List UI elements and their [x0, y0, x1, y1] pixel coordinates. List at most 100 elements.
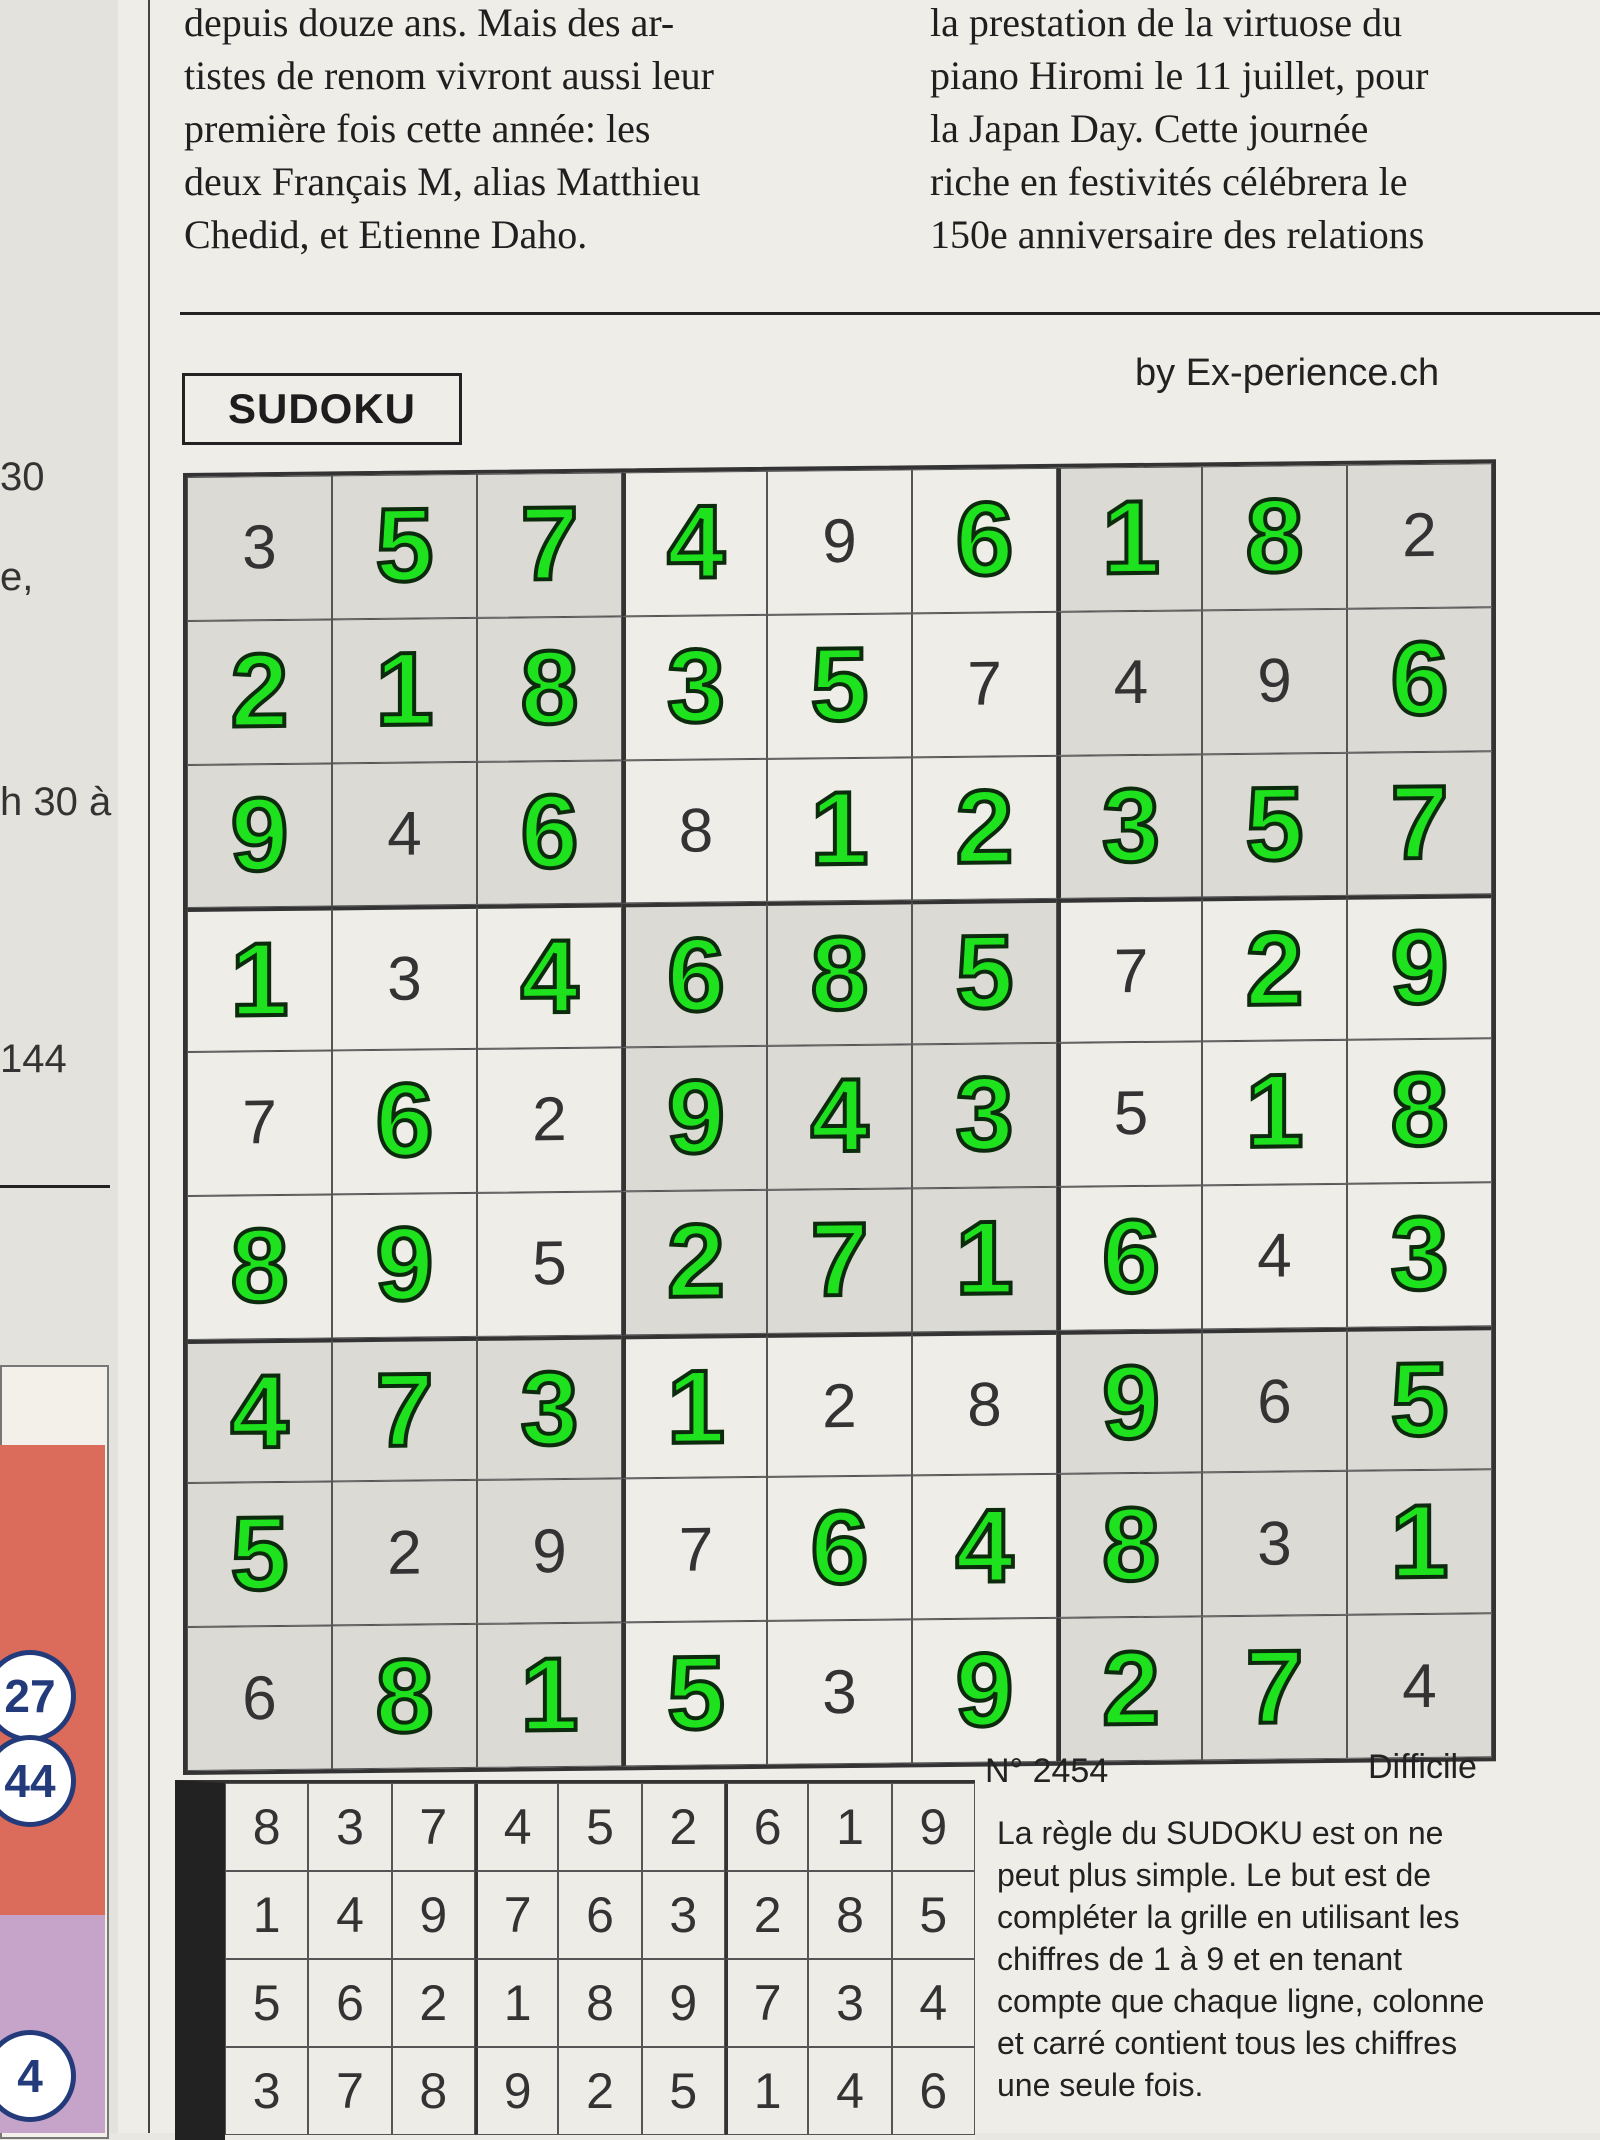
- sudoku-cell-solved: 1: [912, 1186, 1057, 1333]
- fragment-text: e,: [0, 555, 34, 599]
- solution-cell: 5: [891, 1871, 975, 1959]
- article-line: Chedid, et Etienne Daho.: [184, 212, 588, 257]
- solution-cell: 2: [725, 1871, 809, 1959]
- sudoku-cell-solved: 3: [912, 1042, 1057, 1189]
- sudoku-cell-solved: 4: [622, 470, 767, 617]
- sudoku-cell-solved: 7: [767, 1188, 912, 1334]
- article-line: première fois cette année: les: [184, 106, 651, 151]
- sudoku-cell-given: 7: [622, 1477, 767, 1623]
- solution-cell: 3: [225, 2047, 309, 2135]
- sudoku-cell-solved: 5: [332, 473, 477, 620]
- sudoku-cell-given: 6: [1202, 1327, 1347, 1473]
- sudoku-cell-solved: 2: [912, 755, 1057, 901]
- article-line: la Japan Day. Cette journée: [930, 106, 1369, 151]
- solution-cell: 6: [891, 2047, 975, 2135]
- sudoku-cell-solved: 6: [912, 467, 1057, 614]
- solution-cell: 4: [475, 1783, 559, 1871]
- article-column-1: depuis douze ans. Mais des ar- tistes de…: [184, 0, 870, 261]
- difficulty-label: Difficile: [1368, 1748, 1477, 1786]
- sudoku-cell-solved: 3: [1057, 753, 1202, 900]
- sudoku-cell-solved: 7: [1347, 750, 1492, 897]
- sudoku-cell-solved: 6: [477, 759, 622, 906]
- sudoku-cell-given: 2: [1347, 463, 1492, 609]
- solution-cell: 4: [808, 2047, 892, 2135]
- sudoku-cell-solved: 8: [477, 616, 622, 762]
- sudoku-cell-solved: 5: [1347, 1325, 1492, 1472]
- solution-cell: 1: [225, 1871, 309, 1959]
- solution-cell: 5: [641, 2047, 725, 2135]
- sudoku-cell-given: 3: [332, 905, 477, 1051]
- fragment-text: 144: [0, 1037, 67, 1081]
- sudoku-cell-solved: 9: [187, 762, 332, 909]
- solution-cell: 7: [391, 1783, 475, 1871]
- sudoku-cell-solved: 4: [767, 1044, 912, 1190]
- solution-cell: 9: [391, 1871, 475, 1959]
- sudoku-cell-solved: 2: [1202, 896, 1347, 1042]
- solution-cell: 6: [558, 1871, 642, 1959]
- sudoku-cell-given: 6: [187, 1625, 332, 1771]
- solution-cell: 8: [225, 1783, 309, 1871]
- sudoku-cell-solved: 8: [1202, 464, 1347, 611]
- sudoku-cell-solved: 9: [332, 1192, 477, 1339]
- sudoku-title: SUDOKU: [182, 373, 462, 445]
- sudoku-cell-solved: 5: [767, 613, 912, 759]
- sudoku-cell-solved: 5: [912, 899, 1057, 1045]
- article-line: tistes de renom vivront aussi leur: [184, 53, 714, 98]
- fragment-text: 30: [0, 455, 45, 499]
- divider: [0, 1185, 110, 1188]
- sudoku-cell-solved: 3: [622, 614, 767, 760]
- sudoku-cell-solved: 7: [332, 1336, 477, 1482]
- sudoku-cell-solved: 8: [1057, 1472, 1202, 1619]
- sudoku-cell-solved: 4: [477, 903, 622, 1050]
- sudoku-cell-solved: 9: [622, 1045, 767, 1192]
- sudoku-cell-solved: 5: [187, 1481, 332, 1628]
- article-line: riche en festivités célébrera le: [930, 159, 1408, 204]
- sudoku-cell-solved: 6: [622, 902, 767, 1048]
- sudoku-cell-solved: 8: [332, 1624, 477, 1770]
- sudoku-cell-solved: 1: [767, 756, 912, 903]
- sudoku-cell-solved: 3: [477, 1335, 622, 1481]
- rules-text: La règle du SUDOKU est on ne peut plus s…: [997, 1815, 1485, 2103]
- sudoku-cell-solved: 9: [912, 1618, 1057, 1764]
- article-line: 150e anniversaire des relations: [930, 212, 1425, 257]
- solution-cell: 8: [391, 2047, 475, 2135]
- fragment-text: h 30 à: [0, 780, 112, 824]
- sudoku-cell-solved: 5: [1202, 752, 1347, 898]
- puzzle-number: N° 2454: [985, 1752, 1109, 1790]
- solution-cell: 1: [475, 1959, 559, 2047]
- sudoku-cell-solved: 6: [767, 1475, 912, 1622]
- sudoku-cell-solved: 8: [187, 1194, 332, 1340]
- sudoku-cell-given: 3: [1202, 1471, 1347, 1617]
- sudoku-cell-given: 4: [1202, 1183, 1347, 1329]
- sudoku-cell-given: 4: [1057, 610, 1202, 756]
- sudoku-cell-solved: 8: [767, 900, 912, 1046]
- previous-solution-grid: 837452619149763285562189734378925146: [175, 1780, 975, 2140]
- sudoku-cell-given: 8: [912, 1330, 1057, 1476]
- sudoku-cell-solved: 3: [1347, 1182, 1492, 1328]
- article-line: depuis douze ans. Mais des ar-: [184, 0, 675, 45]
- sudoku-cell-solved: 2: [622, 1189, 767, 1336]
- solution-cell: 3: [641, 1871, 725, 1959]
- sudoku-cell-solved: 2: [1057, 1616, 1202, 1762]
- solution-cell: 6: [725, 1783, 809, 1871]
- solution-cell: 7: [475, 1871, 559, 1959]
- section-divider: [180, 312, 1600, 315]
- solution-cell: 1: [725, 2047, 809, 2135]
- sudoku-cell-given: 5: [1057, 1041, 1202, 1187]
- sudoku-cell-solved: 6: [1347, 607, 1492, 753]
- solution-cell: 2: [558, 2047, 642, 2135]
- solution-cell: 9: [641, 1959, 725, 2047]
- sudoku-cell-given: 3: [187, 475, 332, 621]
- sudoku-cell-solved: 9: [1347, 894, 1492, 1040]
- sudoku-cell-given: 2: [332, 1480, 477, 1626]
- solution-cell: 8: [808, 1871, 892, 1959]
- solution-cell: 3: [308, 1783, 392, 1871]
- sudoku-cell-solved: 1: [622, 1333, 767, 1479]
- sudoku-cell-given: 2: [767, 1332, 912, 1478]
- sudoku-cell-given: 9: [1202, 608, 1347, 754]
- sudoku-cell-solved: 1: [1347, 1469, 1492, 1616]
- solution-cell: 7: [725, 1959, 809, 2047]
- sudoku-cell-given: 3: [767, 1619, 912, 1765]
- solution-cell: 5: [225, 1959, 309, 2047]
- adjacent-page-strip: 30 e, h 30 à 144 27 44 4: [0, 0, 118, 2139]
